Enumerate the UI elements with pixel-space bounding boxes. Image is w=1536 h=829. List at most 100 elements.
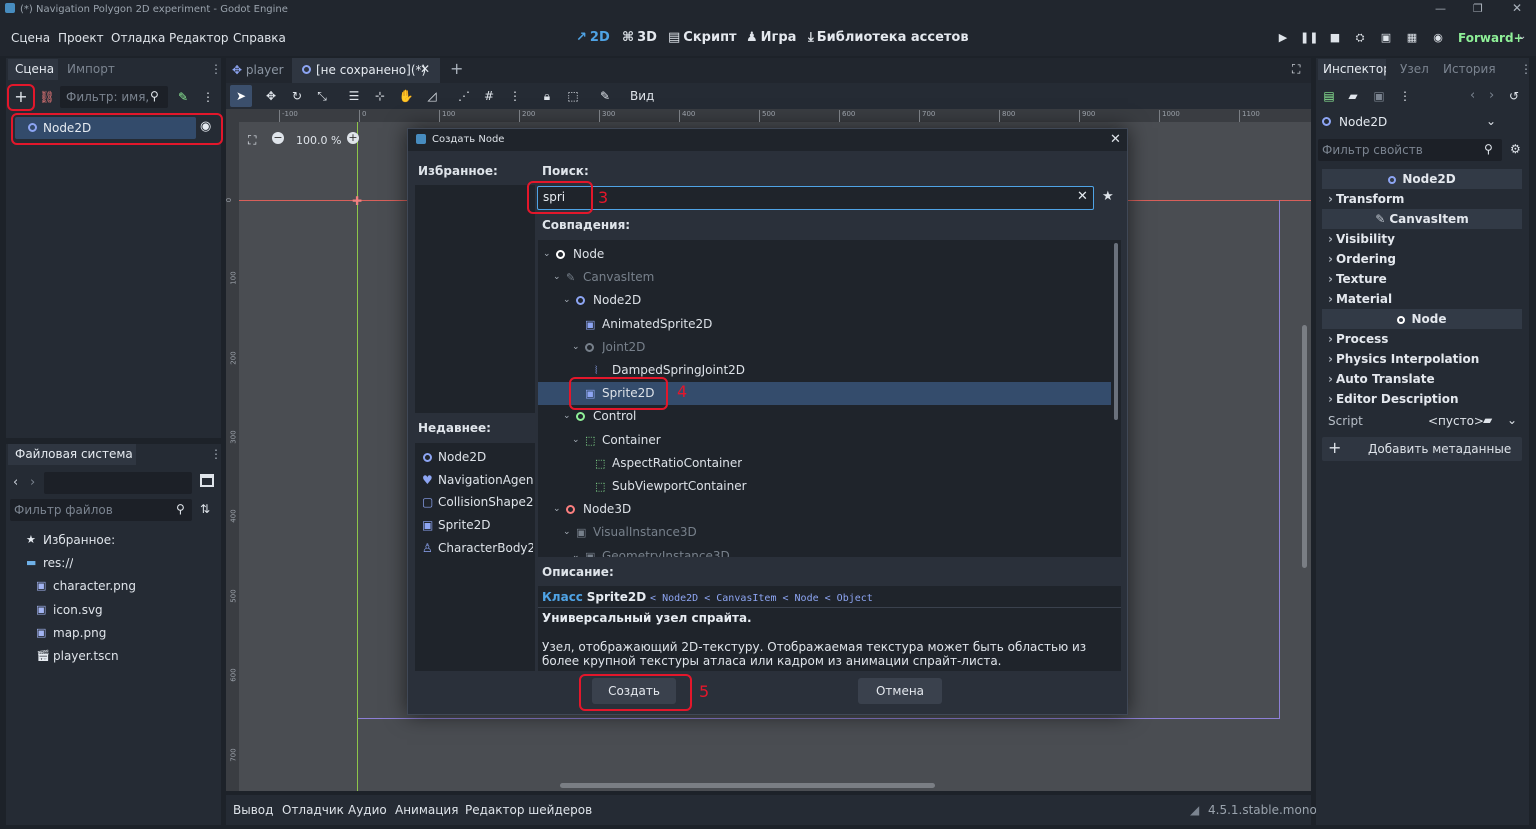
match-row[interactable]: ⌄ ✎ CanvasItem <box>538 266 1111 289</box>
move-mode-icon[interactable]: ✥ <box>260 85 282 107</box>
inspector-section[interactable]: › Texture <box>1322 269 1522 289</box>
ruler-icon[interactable]: ◿ <box>421 85 443 107</box>
chevron-down-icon[interactable]: ⌄ <box>553 266 561 289</box>
chevron-down-icon[interactable]: ⌄ <box>563 405 571 428</box>
script-property-value[interactable]: <пусто> <box>1428 414 1484 428</box>
match-row[interactable]: ⌄ Node2D <box>538 289 1111 312</box>
chevron-down-icon[interactable]: ⌄ <box>553 498 561 521</box>
inspector-section[interactable]: › Auto Translate <box>1322 369 1522 389</box>
file-item[interactable]: Избранное: <box>43 533 115 547</box>
close-tab-icon[interactable]: ✕ <box>420 62 430 76</box>
chevron-down-icon[interactable]: ⌄ <box>572 545 580 557</box>
minimize-icon[interactable]: — <box>1435 2 1446 15</box>
match-row[interactable]: ⬚ AspectRatioContainer <box>538 452 1111 475</box>
match-row[interactable]: ▣ AnimatedSprite2D <box>538 313 1111 336</box>
inspector-section[interactable]: › Transform <box>1322 189 1522 209</box>
chevron-down-icon[interactable]: ⌄ <box>572 336 580 359</box>
sort-icon[interactable]: ⇅ <box>200 502 210 516</box>
tab-player[interactable]: ✥ player <box>232 63 284 77</box>
smart-snap-icon[interactable]: ⋰ <box>453 85 475 107</box>
matches-scrollbar[interactable] <box>1114 243 1118 420</box>
tab-node[interactable]: Узел <box>1400 59 1429 80</box>
scale-mode-icon[interactable]: ⤡ <box>311 85 333 107</box>
menu-4[interactable]: Редактор <box>169 31 228 45</box>
history-icon[interactable]: ↺ <box>1509 89 1519 103</box>
pivot-icon[interactable]: ⊹ <box>369 85 391 107</box>
match-row[interactable]: ⌄ ▣ VisualInstance3D <box>538 521 1111 544</box>
menu-2[interactable]: Проект <box>58 31 104 45</box>
load-script-icon[interactable]: ▰ <box>1483 413 1492 427</box>
history-forward-icon[interactable]: › <box>1489 88 1494 103</box>
inspector-section[interactable]: › Editor Description <box>1322 389 1522 409</box>
tab-history[interactable]: История <box>1443 59 1496 80</box>
recent-item[interactable]: Node2D <box>438 450 533 464</box>
pause-icon[interactable]: ❚❚ <box>1300 29 1318 47</box>
lock-icon[interactable]: 🔒︎ <box>536 85 558 107</box>
inspector-section[interactable]: › Visibility <box>1322 229 1522 249</box>
chevron-down-icon[interactable]: ⌄ <box>563 289 571 312</box>
tab-5[interactable]: ⤓ Библиотека ассетов <box>808 30 969 45</box>
recent-item[interactable]: NavigationAgen... <box>438 473 533 487</box>
vertical-scrollbar[interactable] <box>1302 325 1307 568</box>
group-icon[interactable]: ⬚ <box>562 85 584 107</box>
cancel-button[interactable]: Отмена <box>858 678 942 704</box>
tab-4[interactable]: ♟ Игра <box>746 30 796 45</box>
pan-icon[interactable]: ✋ <box>395 85 417 107</box>
split-view-icon[interactable] <box>200 474 214 487</box>
path-input[interactable] <box>44 472 192 494</box>
new-resource-icon[interactable]: ▤ <box>1318 85 1340 107</box>
favorite-star-icon[interactable]: ★ <box>1102 189 1114 204</box>
horizontal-scrollbar[interactable] <box>560 783 935 788</box>
node-search-input[interactable] <box>537 186 1094 210</box>
menu-dots-icon[interactable]: ⋮ <box>1520 62 1532 76</box>
play-scene-icon[interactable]: ▣ <box>1377 29 1395 47</box>
chevron-down-icon[interactable]: ⌄ <box>572 429 580 452</box>
chevron-down-icon[interactable]: ⌄ <box>563 521 571 544</box>
play-custom-scene-icon[interactable]: ▦ <box>1403 29 1421 47</box>
view-menu[interactable]: Вид <box>630 89 654 103</box>
close-dialog-icon[interactable]: ✕ <box>1110 132 1121 147</box>
new-tab-icon[interactable]: + <box>450 59 463 78</box>
chevron-down-icon[interactable]: ⌄ <box>543 243 551 266</box>
chevron-down-icon[interactable]: ⌄ <box>1507 413 1517 427</box>
match-row[interactable]: ⬚ SubViewportContainer <box>538 475 1111 498</box>
recent-item[interactable]: CollisionShape2D <box>438 495 533 509</box>
match-row[interactable]: ⌄ Node3D <box>538 498 1111 521</box>
instance-scene-icon[interactable]: ⛓ <box>36 86 58 108</box>
tab-1[interactable]: ↗ 2D <box>576 30 610 45</box>
zoom-out-icon[interactable]: − <box>272 132 284 144</box>
bottom-tab-2[interactable]: Отладчик <box>282 803 344 817</box>
file-item[interactable]: character.png <box>53 579 136 593</box>
clear-search-icon[interactable]: ✕ <box>1077 189 1088 204</box>
attach-script-icon[interactable]: ✎ <box>172 86 194 108</box>
inspector-section[interactable]: › Material <box>1322 289 1522 309</box>
distraction-free-icon[interactable]: ⛶ <box>1292 62 1300 77</box>
forward-icon[interactable]: › <box>30 475 35 490</box>
remote-debug-icon[interactable]: ⛭ <box>1351 29 1369 47</box>
bottom-tab-4[interactable]: Анимация <box>395 803 458 817</box>
file-item[interactable]: icon.svg <box>53 603 103 617</box>
match-row[interactable]: ⌄ ⬚ Container <box>538 429 1111 452</box>
load-resource-icon[interactable]: ▰ <box>1342 85 1364 107</box>
inspector-section[interactable]: › Ordering <box>1322 249 1522 269</box>
menu-5[interactable]: Справка <box>233 31 286 45</box>
match-row[interactable]: ⌄ Joint2D <box>538 336 1111 359</box>
file-item[interactable]: map.png <box>53 626 106 640</box>
menu-1[interactable]: Сцена <box>11 31 50 45</box>
chevron-down-icon[interactable]: ⌄ <box>1486 114 1496 128</box>
play-icon[interactable]: ▶ <box>1274 29 1292 47</box>
tab-import[interactable]: Импорт <box>67 59 115 80</box>
zoom-in-icon[interactable]: + <box>347 132 359 144</box>
recent-item[interactable]: CharacterBody2D <box>438 541 533 555</box>
recent-item[interactable]: Sprite2D <box>438 518 533 532</box>
property-options-icon[interactable]: ⚙ <box>1510 142 1521 156</box>
class-inherits[interactable]: < Node2D < CanvasItem < Node < Object <box>650 593 873 604</box>
inspector-section[interactable]: › Process <box>1322 329 1522 349</box>
snap-options-icon[interactable]: ⋮ <box>504 85 526 107</box>
tab-scene[interactable]: Сцена <box>8 59 58 80</box>
stop-icon[interactable]: ■ <box>1326 29 1344 47</box>
menu-3[interactable]: Отладка <box>111 31 165 45</box>
scene-menu-icon[interactable]: ⋮ <box>197 86 219 108</box>
tab-filesystem[interactable]: Файловая система <box>8 444 136 465</box>
file-item[interactable]: player.tscn <box>53 649 119 663</box>
